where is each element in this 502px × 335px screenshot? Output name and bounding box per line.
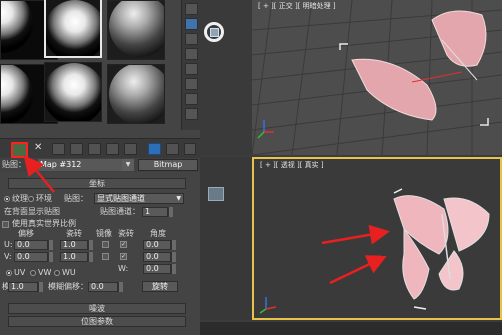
annotation-arrow-upper (321, 224, 390, 245)
annotation-arrow-lower (329, 255, 388, 285)
status-bar (200, 322, 502, 335)
annotation-overlay-viewport (321, 224, 390, 285)
